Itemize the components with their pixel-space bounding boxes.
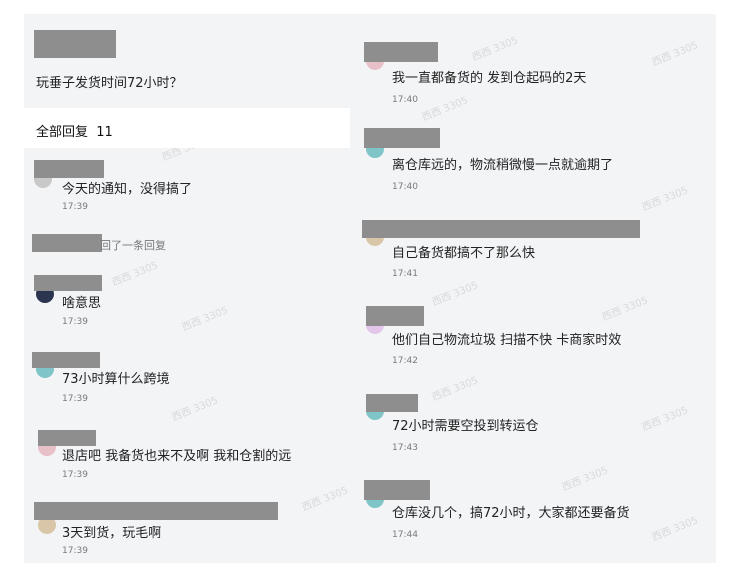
comment-time: 17:39 [62, 546, 88, 556]
all-replies-label: 全部回复 11 [36, 125, 113, 140]
redacted-username [32, 234, 102, 252]
comment-time: 17:40 [392, 182, 418, 192]
comment-text: 自己备货都搞不了那么快 [392, 246, 536, 261]
comment-text: 72小时需要空投到转运仓 [392, 419, 539, 434]
comment-time: 17:43 [392, 443, 418, 453]
redacted-username [364, 480, 430, 500]
comment-time: 17:41 [392, 269, 418, 279]
comment-text: 他们自己物流垃圾 扫描不快 卡商家时效 [392, 333, 622, 348]
redacted-username [32, 352, 100, 368]
redacted-username [364, 128, 440, 148]
comment-time: 17:39 [62, 470, 88, 480]
comment-time: 17:44 [392, 530, 418, 540]
comment-text: 73小时算什么跨境 [62, 372, 170, 387]
redacted-username [366, 394, 418, 412]
redacted-username [362, 220, 640, 238]
comment-text: 啥意思 [62, 296, 102, 311]
redacted-username [38, 430, 96, 446]
comment-text: 我一直都备货的 发到仓起码的2天 [392, 71, 587, 86]
redacted-username [34, 160, 104, 178]
redacted-username [34, 30, 116, 58]
comment-time: 17:39 [62, 202, 88, 212]
comment-text: 退店吧 我备货也来不及啊 我和仓割的远 [62, 449, 292, 464]
all-replies-bar[interactable]: 全部回复 11 [24, 108, 350, 148]
redacted-username [34, 502, 278, 520]
post-title: 玩垂子发货时间72小时？ [36, 76, 183, 91]
comment-time: 17:42 [392, 356, 418, 366]
redacted-username [366, 306, 424, 326]
comment-time: 17:39 [62, 317, 88, 327]
redacted-username [34, 275, 102, 291]
redacted-username [364, 42, 438, 62]
comment-text: 仓库没几个，搞72小时，大家都还要备货 [392, 506, 630, 521]
reply-note[interactable]: 回了一条回复 [100, 237, 166, 253]
comment-time: 17:39 [62, 394, 88, 404]
reply-count: 11 [96, 125, 113, 140]
comment-time: 17:40 [392, 95, 418, 105]
comment-text: 今天的通知，没得搞了 [62, 182, 193, 197]
comment-text: 离仓库远的，物流稍微慢一点就逾期了 [392, 158, 614, 173]
comment-text: 3天到货，玩毛啊 [62, 526, 162, 541]
